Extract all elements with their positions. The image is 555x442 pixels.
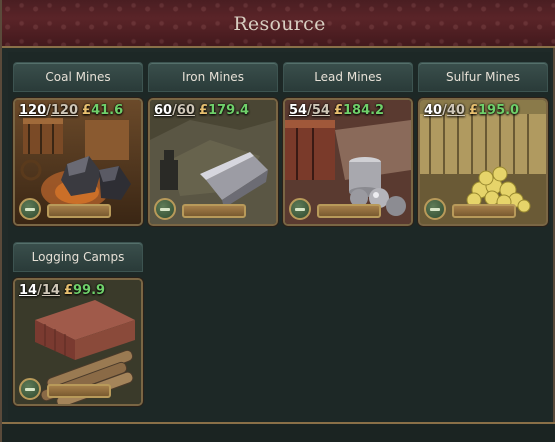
capacity-count: 60 <box>176 103 195 118</box>
income-value: 179.4 <box>207 103 250 118</box>
resource-card-coal: Coal Mines 120/120 £41.6 <box>13 62 143 226</box>
decrease-button[interactable] <box>424 198 446 220</box>
resource-stats-coal: 120/120 £41.6 <box>19 103 124 118</box>
employment-bar <box>452 204 516 218</box>
resource-card-iron: Iron Mines 60/60 £179.4 <box>148 62 278 226</box>
capacity-count: 40 <box>446 103 465 118</box>
resource-tile-coal[interactable]: 120/120 £41.6 <box>13 98 143 226</box>
panel-header: Resource <box>2 0 555 48</box>
decrease-button[interactable] <box>19 378 41 400</box>
income-value: 41.6 <box>91 103 124 118</box>
resource-stats-logging: 14/14 £99.9 <box>19 283 106 298</box>
resource-tab-iron[interactable]: Iron Mines <box>148 62 278 92</box>
pound-icon: £ <box>63 283 73 298</box>
income-value: 99.9 <box>72 283 106 298</box>
employment-bar <box>182 204 246 218</box>
capacity-count: 120 <box>50 103 79 118</box>
resource-tab-sulfur[interactable]: Sulfur Mines <box>418 62 548 92</box>
resource-tab-logging[interactable]: Logging Camps <box>13 242 143 272</box>
decrease-button[interactable] <box>19 198 41 220</box>
resource-tile-sulfur[interactable]: 40/40 £195.0 <box>418 98 548 226</box>
employment-bar <box>47 204 111 218</box>
resource-grid: Coal Mines 120/120 £41.6 Iron Mines 60/6… <box>8 52 551 422</box>
pound-icon: £ <box>468 103 478 118</box>
resource-card-sulfur: Sulfur Mines 40/40 £195.0 <box>418 62 548 226</box>
capacity-count: 14 <box>41 283 60 298</box>
income-value: 195.0 <box>477 103 520 118</box>
used-count: 40 <box>424 103 443 118</box>
resource-tile-logging[interactable]: 14/14 £99.9 <box>13 278 143 406</box>
income-value: 184.2 <box>342 103 385 118</box>
resource-stats-sulfur: 40/40 £195.0 <box>424 103 520 118</box>
employment-bar <box>317 204 381 218</box>
pound-icon: £ <box>198 103 208 118</box>
used-count: 54 <box>289 103 308 118</box>
decrease-button[interactable] <box>154 198 176 220</box>
resource-card-lead: Lead Mines 54/54 £184.2 <box>283 62 413 226</box>
resource-card-logging: Logging Camps 14/14 £99.9 <box>13 242 143 406</box>
used-count: 120 <box>19 103 47 118</box>
pound-icon: £ <box>333 103 343 118</box>
used-count: 60 <box>154 103 173 118</box>
resource-tile-lead[interactable]: 54/54 £184.2 <box>283 98 413 226</box>
capacity-count: 54 <box>311 103 330 118</box>
panel-footer <box>2 422 555 442</box>
resource-tab-coal[interactable]: Coal Mines <box>13 62 143 92</box>
employment-bar <box>47 384 111 398</box>
decrease-button[interactable] <box>289 198 311 220</box>
resource-tab-lead[interactable]: Lead Mines <box>283 62 413 92</box>
pound-icon: £ <box>82 103 92 118</box>
resource-panel: Resource Coal Mines 120/120 £41.6 Iron M… <box>0 0 555 442</box>
used-count: 14 <box>19 283 38 298</box>
resource-tile-iron[interactable]: 60/60 £179.4 <box>148 98 278 226</box>
resource-stats-iron: 60/60 £179.4 <box>154 103 250 118</box>
resource-stats-lead: 54/54 £184.2 <box>289 103 385 118</box>
panel-title: Resource <box>233 13 326 35</box>
